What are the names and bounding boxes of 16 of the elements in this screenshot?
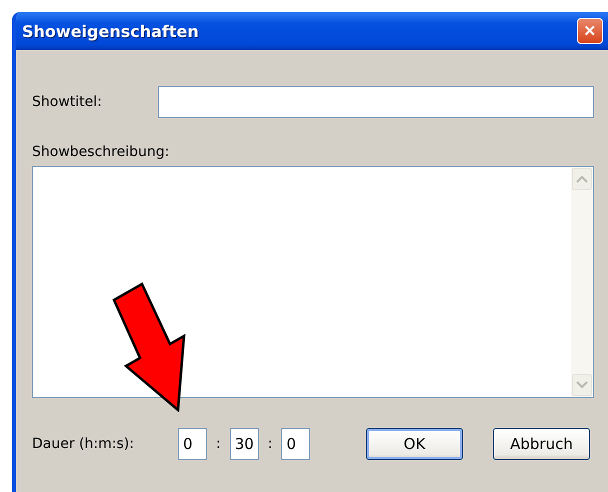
field-label: Showtitel: bbox=[32, 94, 103, 110]
separator: : bbox=[216, 436, 221, 452]
separator: : bbox=[268, 436, 272, 452]
field-label: Dauer (h:m:s): bbox=[32, 436, 135, 452]
field-label: Showbeschreibung: bbox=[32, 144, 170, 160]
ok-button[interactable]: OK bbox=[366, 428, 463, 460]
seconds-field[interactable]: 0 bbox=[281, 428, 310, 460]
text-area[interactable] bbox=[32, 166, 594, 398]
scroll-up-button[interactable] bbox=[572, 168, 592, 190]
scrollbar[interactable] bbox=[571, 167, 593, 397]
minutes-field[interactable]: 30 bbox=[230, 428, 259, 460]
cancel-button[interactable]: Abbruch bbox=[493, 428, 590, 460]
scroll-down-button[interactable] bbox=[572, 374, 592, 396]
hours-field[interactable]: 0 bbox=[178, 428, 207, 460]
window-title: Showeigenschaften bbox=[22, 22, 199, 40]
input-field[interactable] bbox=[158, 86, 594, 118]
